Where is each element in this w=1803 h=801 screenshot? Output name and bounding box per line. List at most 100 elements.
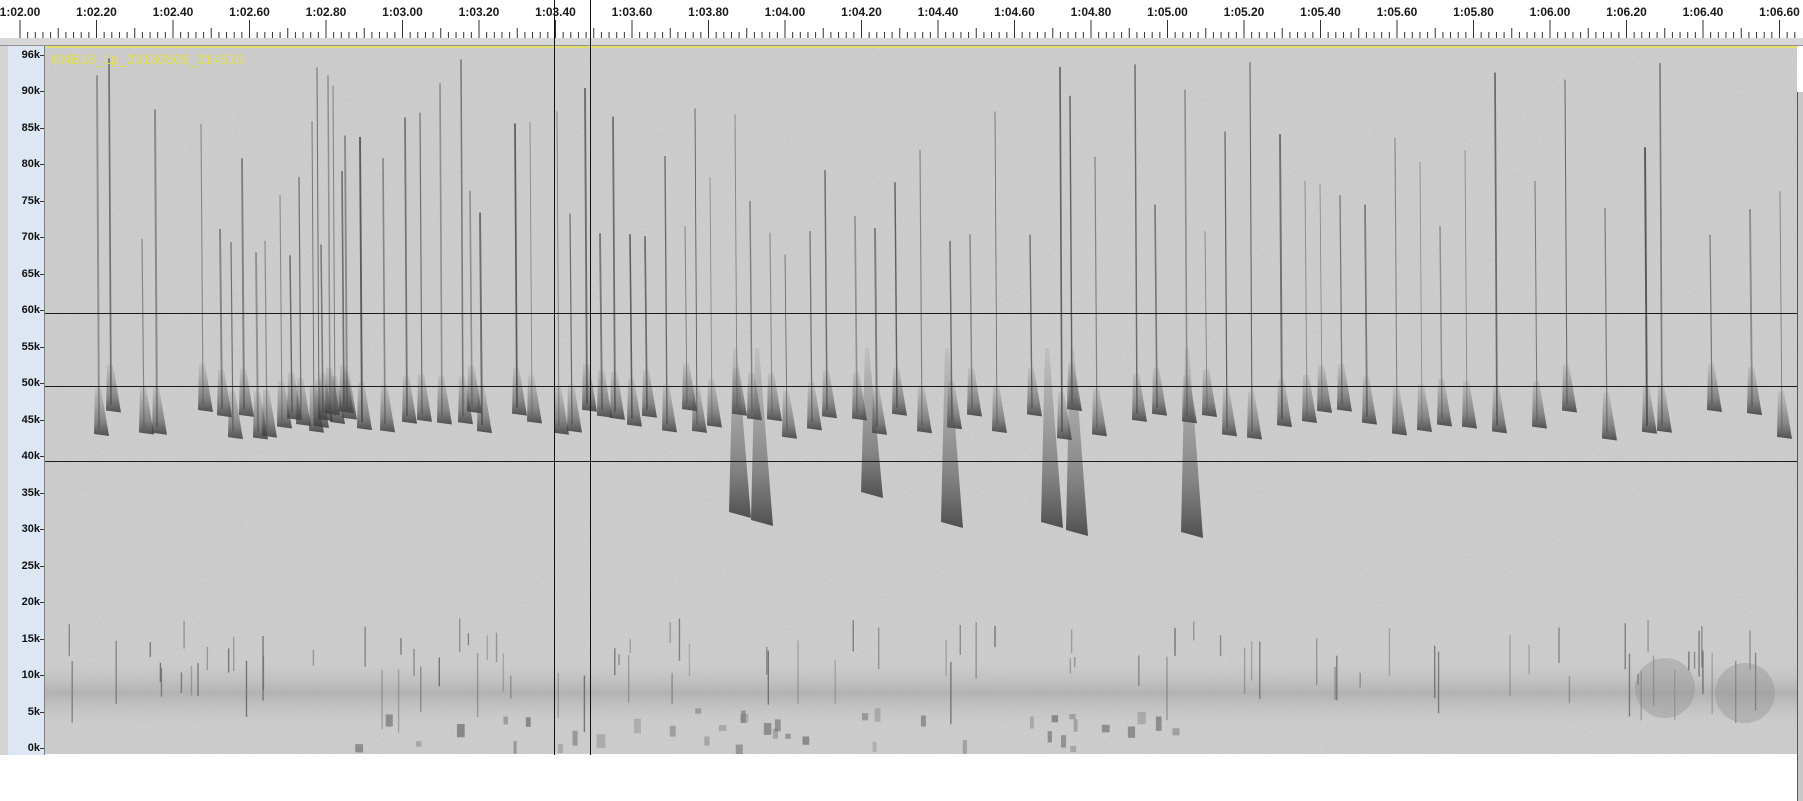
frequency-tick [40, 748, 44, 749]
noise-blotch [572, 730, 578, 746]
noise-blotch [1137, 711, 1146, 725]
spectrogram-view[interactable]: KNB18_1p_20180509_214519 [45, 46, 1797, 754]
timeline-ruler[interactable]: 1:02.00 1:02.20 1:02.40 1:02.60 1:02.80 1:03.… [0, 0, 1803, 39]
timeline-label: 1:03.00 [382, 5, 423, 19]
frequency-label: 75k [21, 194, 40, 207]
selection-end-cursor[interactable] [590, 0, 591, 755]
noise-blotch [1047, 731, 1052, 743]
noise-blotch [740, 713, 749, 723]
frequency-label: 10k [21, 669, 40, 682]
noise-blotch [874, 708, 881, 722]
frequency-label: 5k [27, 705, 40, 718]
frequency-label: 40k [21, 450, 40, 463]
timeline-label: 1:03.80 [688, 5, 729, 19]
track-name-label: KNB18_1p_20180509_214519 [51, 51, 244, 67]
noise-blotch [1155, 716, 1162, 731]
noise-blotch [718, 725, 727, 732]
frequency-label: 80k [21, 158, 40, 171]
timeline-label: 1:05.60 [1376, 5, 1418, 19]
frequency-tick [40, 127, 44, 129]
noise-blotch [525, 717, 531, 727]
selection-start-cursor[interactable] [554, 0, 555, 755]
noise-blotch [785, 733, 791, 739]
frequency-tick [40, 711, 44, 713]
noise-haze [1715, 663, 1775, 723]
audio-track[interactable]: 96k 90k 85k 80k 75k 70k 65k 60k 55k 50k 45k 40k 35k 3… [0, 46, 1803, 801]
timeline-label: 1:02.80 [305, 5, 347, 19]
noise-blotch [456, 723, 465, 738]
timeline-label: 1:04.20 [841, 5, 882, 19]
frequency-label: 60k [21, 304, 40, 317]
frequency-tick [40, 602, 44, 604]
frequency-label: 15k [21, 632, 40, 645]
spectral-selection-bottom-line[interactable] [45, 461, 1797, 462]
noise-blotch [763, 722, 772, 735]
frequency-tick [40, 419, 44, 421]
noise-blotch [385, 714, 393, 727]
frequency-ruler[interactable]: 96k 90k 85k 80k 75k 70k 65k 60k 55k 50k 45k 40k 35k 3… [8, 46, 45, 755]
frequency-label: 50k [21, 377, 40, 390]
timeline-label: 1:06.60 [1759, 5, 1800, 19]
frequency-tick [40, 200, 44, 202]
noise-blotch [695, 708, 702, 714]
frequency-label: 35k [21, 486, 40, 499]
noise-blotch [920, 715, 926, 727]
timeline-label: 1:03.60 [611, 5, 653, 19]
noise-blotch [1127, 726, 1136, 738]
noise-blotch [1029, 716, 1034, 729]
noise-blotch [633, 718, 641, 734]
timeline-label: 1:06.20 [1606, 5, 1647, 19]
frequency-label: 30k [21, 523, 40, 536]
noise-blotch [1101, 724, 1110, 733]
frequency-tick [40, 492, 44, 494]
spectral-selection-center-line[interactable] [45, 386, 1797, 387]
frequency-label: 85k [21, 121, 40, 134]
timeline-label: 1:04.00 [764, 5, 806, 19]
timeline-label: 1:04.40 [917, 5, 959, 19]
timeline-label: 1:02.40 [152, 5, 194, 19]
noise-blotch [1070, 745, 1077, 753]
frequency-tick [40, 237, 44, 239]
frequency-label: 90k [21, 85, 40, 98]
frequency-tick [40, 565, 44, 567]
spectrogram-canvas [45, 48, 1797, 754]
noise-blotch [355, 744, 364, 753]
noise-blotch [1060, 735, 1067, 748]
frequency-label: 96k [21, 49, 40, 61]
timeline-label: 1:02.60 [229, 5, 270, 19]
noise-blotch [802, 736, 810, 745]
low-frequency-band [45, 663, 1797, 723]
timeline-label: 1:05.00 [1147, 5, 1188, 19]
frequency-tick [40, 346, 44, 348]
frequency-tick [40, 638, 44, 640]
frequency-label: 45k [21, 413, 40, 426]
timeline-label: 1:04.60 [994, 5, 1035, 19]
spectral-selection-top-line[interactable] [45, 313, 1797, 314]
noise-blotch [669, 725, 676, 737]
noise-blotch [415, 741, 422, 747]
frequency-tick [40, 456, 44, 458]
noise-blotch [704, 736, 710, 746]
frequency-tick [40, 529, 44, 531]
noise-blotch [1172, 728, 1180, 736]
frequency-label: 65k [21, 267, 40, 280]
frequency-tick [40, 55, 44, 56]
timeline-divider [0, 38, 1803, 46]
timeline-label: 1:03.20 [458, 5, 500, 19]
noise-blotch [1069, 713, 1076, 720]
noise-blotch [772, 728, 778, 739]
noise-blotch [596, 734, 606, 749]
noise-blotch [557, 744, 563, 754]
frequency-tick [40, 273, 44, 275]
frequency-label: 0k [27, 742, 40, 754]
frequency-label: 25k [21, 559, 40, 572]
frequency-tick [40, 164, 44, 166]
noise-blotch [513, 740, 517, 754]
noise-haze [1635, 658, 1695, 718]
timeline-label: 1:03.40 [535, 5, 576, 19]
frequency-tick [40, 91, 44, 93]
frequency-tick [40, 383, 44, 385]
noise-blotch [861, 713, 869, 721]
noise-blotch [735, 744, 743, 754]
timeline-label: 1:05.80 [1453, 5, 1494, 19]
